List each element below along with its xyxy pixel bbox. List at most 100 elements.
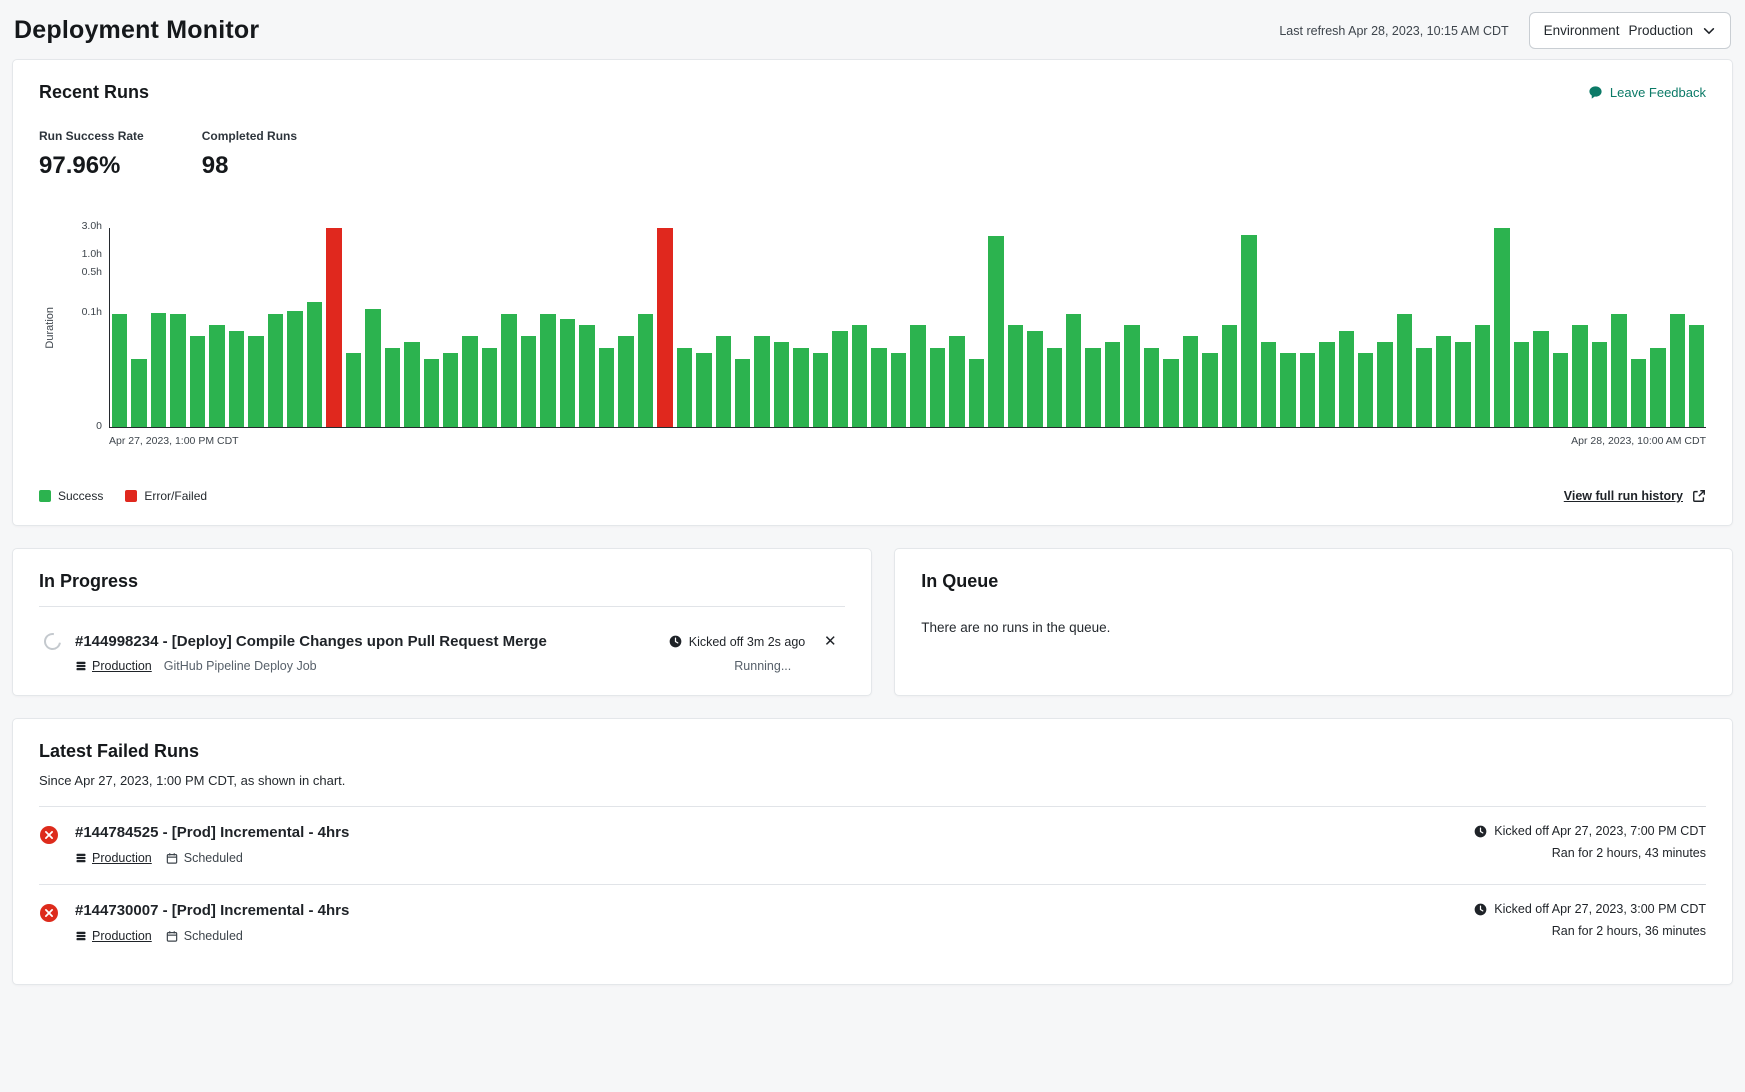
chart-bar-success[interactable] — [560, 319, 575, 427]
chart-bar-success[interactable] — [1183, 336, 1198, 427]
chart-bar-success[interactable] — [307, 302, 322, 427]
chart-bar-success[interactable] — [1319, 342, 1334, 427]
page-title: Deployment Monitor — [14, 16, 259, 45]
chart-bar-success[interactable] — [1611, 314, 1626, 427]
chart-bar-success[interactable] — [1008, 325, 1023, 427]
chart-bar-success[interactable] — [1514, 342, 1529, 427]
chart-bar-success[interactable] — [540, 314, 555, 427]
environment-link[interactable]: Production — [75, 851, 152, 865]
environment-link[interactable]: Production — [75, 929, 152, 943]
chart-bar-success[interactable] — [852, 325, 867, 427]
chart-bar-success[interactable] — [268, 314, 283, 427]
chart-bar-success[interactable] — [501, 314, 516, 427]
chart-bar-failed[interactable] — [326, 228, 341, 427]
chart-bar-success[interactable] — [1494, 228, 1509, 427]
chart-bar-success[interactable] — [1241, 235, 1256, 427]
chart-bar-success[interactable] — [1163, 359, 1178, 427]
chart-bar-success[interactable] — [365, 309, 380, 427]
chart-bar-success[interactable] — [1280, 353, 1295, 427]
failed-runs-list: #144784525 - [Prod] Incremental - 4hrs P… — [39, 806, 1706, 962]
chart-bar-success[interactable] — [1085, 348, 1100, 427]
chart-bar-success[interactable] — [1455, 342, 1470, 427]
run-title: #144730007 - [Prod] Incremental - 4hrs — [75, 902, 1470, 919]
chart-bar-success[interactable] — [735, 359, 750, 427]
chart-bar-success[interactable] — [1124, 325, 1139, 427]
environment-link[interactable]: Production — [75, 659, 152, 673]
run-status: Running... — [734, 659, 805, 673]
legend-label: Success — [58, 489, 103, 503]
chart-bar-success[interactable] — [346, 353, 361, 427]
chart-bar-success[interactable] — [1222, 325, 1237, 427]
chart-bar-success[interactable] — [813, 353, 828, 427]
chart-bar-success[interactable] — [1553, 353, 1568, 427]
chart-bar-success[interactable] — [930, 348, 945, 427]
chart-bar-success[interactable] — [1027, 331, 1042, 427]
chart-bar-success[interactable] — [424, 359, 439, 427]
chart-bar-success[interactable] — [1572, 325, 1587, 427]
chart-bar-success[interactable] — [385, 348, 400, 427]
chart-bar-success[interactable] — [910, 325, 925, 427]
chart-bar-success[interactable] — [988, 236, 1003, 427]
chart-bar-success[interactable] — [618, 336, 633, 427]
chart-bar-success[interactable] — [871, 348, 886, 427]
environment-dropdown[interactable]: Environment Production — [1529, 12, 1731, 49]
chart-bar-success[interactable] — [1533, 331, 1548, 427]
chart-bar-success[interactable] — [1631, 359, 1646, 427]
close-icon[interactable]: ✕ — [824, 634, 837, 649]
chart-bar-success[interactable] — [1300, 353, 1315, 427]
view-full-run-history-link[interactable]: View full run history — [1564, 489, 1706, 503]
chart-bar-success[interactable] — [599, 348, 614, 427]
run-timing: Kicked off Apr 27, 2023, 3:00 PM CDT Ran… — [1474, 902, 1706, 938]
chart-bar-success[interactable] — [1436, 336, 1451, 427]
chart-bar-success[interactable] — [1202, 353, 1217, 427]
chart-bar-success[interactable] — [443, 353, 458, 427]
chart-bar-success[interactable] — [1397, 314, 1412, 427]
chart-bar-success[interactable] — [404, 342, 419, 427]
chart-bar-success[interactable] — [579, 325, 594, 427]
chart-bar-success[interactable] — [151, 313, 166, 427]
chart-bar-success[interactable] — [891, 353, 906, 427]
chart-bar-success[interactable] — [1066, 314, 1081, 427]
chart-bar-success[interactable] — [696, 353, 711, 427]
chart-bar-success[interactable] — [1416, 348, 1431, 427]
chart-bar-success[interactable] — [190, 336, 205, 427]
chart-bar-success[interactable] — [1144, 348, 1159, 427]
chart-bar-success[interactable] — [1105, 342, 1120, 427]
chart-bar-success[interactable] — [170, 314, 185, 427]
chart-bar-success[interactable] — [677, 348, 692, 427]
chart-bar-success[interactable] — [1261, 342, 1276, 427]
chart-bar-success[interactable] — [131, 359, 146, 427]
chart-bar-success[interactable] — [1670, 314, 1685, 427]
chart-bar-success[interactable] — [1689, 325, 1704, 427]
chart-bar-success[interactable] — [969, 359, 984, 427]
calendar-icon — [166, 930, 178, 943]
chart-bar-failed[interactable] — [657, 228, 672, 427]
chart-bar-success[interactable] — [1475, 325, 1490, 427]
chart-bar-success[interactable] — [1047, 348, 1062, 427]
leave-feedback-link[interactable]: Leave Feedback — [1588, 85, 1706, 100]
chart-bar-success[interactable] — [716, 336, 731, 427]
in-progress-card: In Progress #144998234 - [Deploy] Compil… — [12, 548, 872, 696]
stat-label: Run Success Rate — [39, 129, 144, 143]
chart-bar-success[interactable] — [112, 314, 127, 427]
chart-bar-success[interactable] — [1358, 353, 1373, 427]
chart-bar-success[interactable] — [209, 325, 224, 427]
chart-bar-success[interactable] — [949, 336, 964, 427]
run-trigger: Scheduled — [166, 929, 243, 943]
chart-bar-success[interactable] — [1592, 342, 1607, 427]
chart-bar-success[interactable] — [774, 342, 789, 427]
environment-dropdown-value: Production — [1628, 23, 1693, 38]
chart-bar-success[interactable] — [1377, 342, 1392, 427]
chart-bar-success[interactable] — [229, 331, 244, 427]
chart-bar-success[interactable] — [793, 348, 808, 427]
chart-bar-success[interactable] — [482, 348, 497, 427]
chart-bar-success[interactable] — [638, 314, 653, 427]
chart-bar-success[interactable] — [832, 331, 847, 427]
chart-bar-success[interactable] — [1339, 331, 1354, 427]
chart-bar-success[interactable] — [248, 336, 263, 427]
chart-bar-success[interactable] — [287, 311, 302, 427]
chart-bar-success[interactable] — [462, 336, 477, 427]
chart-bar-success[interactable] — [1650, 348, 1665, 427]
chart-bar-success[interactable] — [521, 336, 536, 427]
chart-bar-success[interactable] — [754, 336, 769, 427]
